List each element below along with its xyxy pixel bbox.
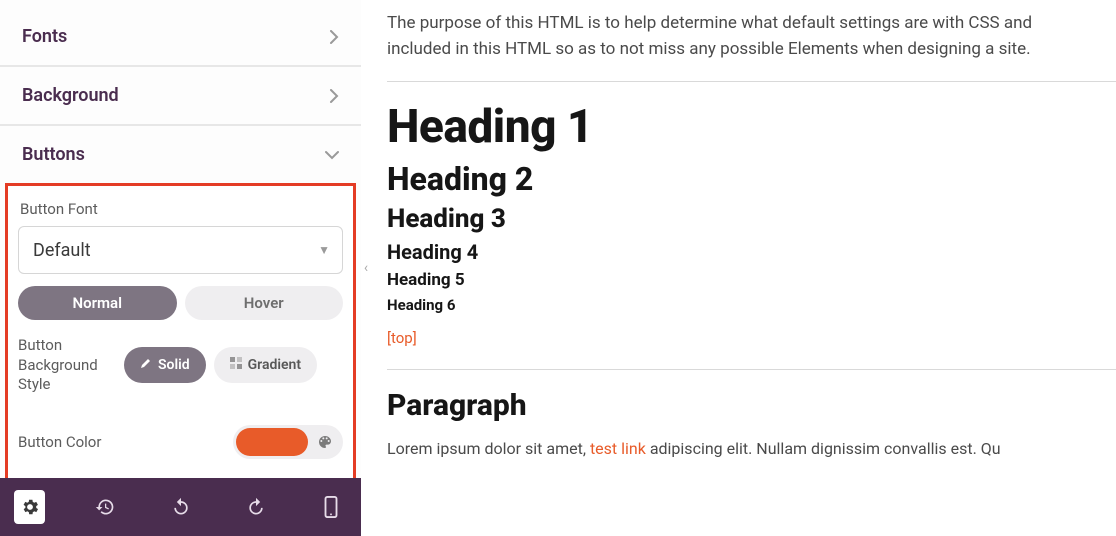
heading-6: Heading 6	[387, 296, 1116, 314]
redo-icon	[246, 497, 266, 517]
bg-style-solid[interactable]: Solid	[124, 347, 206, 383]
bg-style-group: Solid Gradient	[124, 347, 343, 383]
tab-normal[interactable]: Normal	[18, 286, 177, 320]
button-color-control	[233, 425, 343, 459]
button-font-select[interactable]: Default ▼	[18, 226, 343, 274]
chevron-left-icon: ‹	[364, 260, 368, 276]
accordion-background[interactable]: Background	[0, 66, 361, 125]
undo-button[interactable]	[165, 490, 196, 524]
chevron-down-icon	[325, 150, 339, 160]
button-font-label: Button Font	[20, 200, 341, 218]
lorem-pre: Lorem ipsum dolor sit amet,	[387, 439, 590, 458]
history-icon	[95, 497, 115, 517]
accordion-label: Background	[22, 85, 119, 106]
chevron-right-icon	[329, 30, 339, 44]
pill-label: Gradient	[248, 357, 301, 373]
gear-icon	[20, 497, 40, 517]
button-color-row: Button Color	[18, 425, 343, 459]
collapse-sidebar-handle[interactable]: ‹	[360, 256, 372, 280]
mobile-icon	[323, 496, 339, 518]
chevron-right-icon	[329, 89, 339, 103]
heading-4: Heading 4	[387, 240, 1116, 264]
bg-style-label: Button Background Style	[18, 336, 124, 395]
redo-button[interactable]	[240, 490, 271, 524]
history-button[interactable]	[89, 490, 120, 524]
state-tabs: Normal Hover	[18, 286, 343, 320]
body-paragraph: Lorem ipsum dolor sit amet, test link ad…	[387, 437, 1116, 462]
divider	[387, 81, 1116, 82]
pencil-icon	[140, 357, 152, 373]
accordion-buttons[interactable]: Buttons	[0, 125, 361, 183]
heading-3: Heading 3	[387, 204, 1116, 234]
accordion-label: Buttons	[22, 144, 85, 165]
customizer-sidebar: Fonts Background Buttons Button Font	[0, 0, 361, 536]
palette-icon	[317, 434, 333, 450]
accordion-label: Fonts	[22, 26, 67, 47]
pill-label: Solid	[158, 357, 190, 373]
divider	[387, 369, 1116, 370]
color-swatch[interactable]	[236, 428, 308, 456]
bg-style-row: Button Background Style Solid Gradient	[18, 336, 343, 395]
caret-down-icon: ▼	[318, 243, 330, 257]
heading-5: Heading 5	[387, 270, 1116, 290]
lorem-post: adipiscing elit. Nullam dignissim conval…	[646, 439, 1001, 458]
grid-icon	[230, 357, 242, 373]
palette-button[interactable]	[310, 428, 340, 456]
intro-text: The purpose of this HTML is to help dete…	[387, 10, 1116, 63]
test-link[interactable]: test link	[590, 439, 646, 458]
settings-button[interactable]	[14, 490, 45, 524]
heading-1: Heading 1	[387, 100, 1116, 154]
preview-pane: The purpose of this HTML is to help dete…	[361, 0, 1116, 536]
top-link[interactable]: [top]	[387, 329, 417, 347]
buttons-panel: Button Font Default ▼ Normal Hover Butto…	[5, 183, 356, 478]
intro-line-1: The purpose of this HTML is to help dete…	[387, 13, 1032, 33]
accordion-fonts[interactable]: Fonts	[0, 8, 361, 66]
device-mobile-button[interactable]	[316, 490, 347, 524]
bottom-toolbar	[0, 478, 361, 536]
intro-line-2: included in this HTML so as to not miss …	[387, 39, 1031, 59]
undo-icon	[171, 497, 191, 517]
paragraph-heading: Paragraph	[387, 388, 1116, 423]
button-color-label: Button Color	[18, 433, 101, 451]
bg-style-gradient[interactable]: Gradient	[214, 347, 317, 383]
accordion-list: Fonts Background Buttons Button Font	[0, 0, 361, 478]
button-font-value: Default	[33, 240, 91, 261]
heading-2: Heading 2	[387, 160, 1116, 198]
tab-hover[interactable]: Hover	[185, 286, 344, 320]
